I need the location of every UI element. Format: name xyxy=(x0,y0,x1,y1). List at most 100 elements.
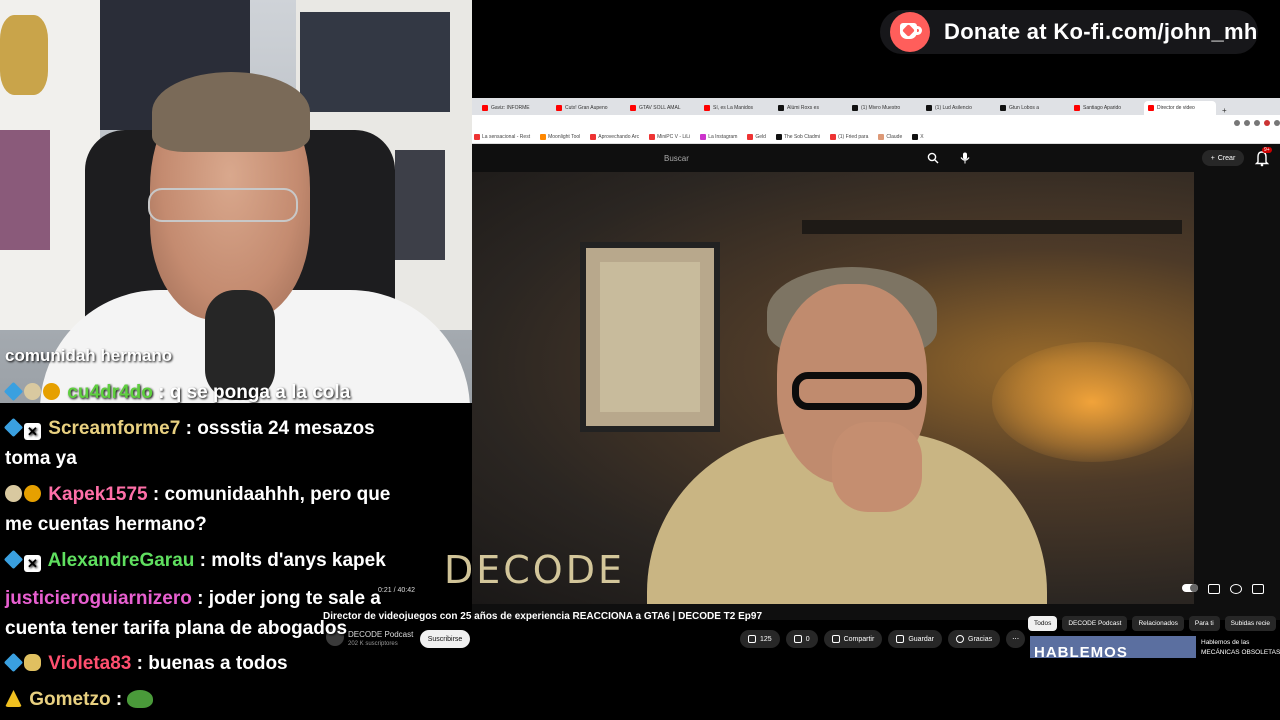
extension-icon[interactable] xyxy=(1244,119,1250,126)
chat-text: : xyxy=(115,689,123,710)
prime-badge-icon xyxy=(3,417,24,438)
video-actions: 125 0 Compartir Guardar Gracias ⋯ xyxy=(740,630,1026,648)
autoplay-toggle[interactable] xyxy=(1182,584,1198,592)
like-button[interactable]: 125 xyxy=(740,630,780,648)
chat-message: ✕ AlexandreGarau : molts d'anys kapek xyxy=(3,546,386,576)
chat-message: ✕ Screamforme7 : ossstia 24 mesazos xyxy=(3,414,375,444)
chat-username[interactable]: cu4dr4do xyxy=(67,382,153,403)
browser-tab[interactable]: Santiago Aparido xyxy=(1070,101,1142,115)
kofi-cup-icon xyxy=(890,12,930,52)
background-light xyxy=(992,342,1192,462)
recommendation-title[interactable]: Hablemos de las MECÁNICAS OBSOLETAS xyxy=(1201,638,1280,658)
chat-username[interactable]: Screamforme7 xyxy=(48,418,180,439)
subtitles-icon[interactable] xyxy=(1208,584,1220,594)
chat-username[interactable]: justicieroguiarnizero xyxy=(5,588,192,609)
browser-tab[interactable]: Alúmi Roxs es xyxy=(774,101,846,115)
guest-hand xyxy=(832,422,922,512)
download-icon[interactable] xyxy=(1254,119,1260,126)
channel-name[interactable]: DECODE Podcast xyxy=(348,630,413,639)
save-button[interactable]: Guardar xyxy=(888,630,943,648)
dislike-button[interactable]: 0 xyxy=(785,630,818,648)
chip-para-ti[interactable]: Para ti xyxy=(1188,616,1220,631)
browser-tab[interactable]: (1) Mivro Muestro xyxy=(848,101,920,115)
coin-badge-icon xyxy=(43,383,60,400)
menu-icon[interactable] xyxy=(1274,119,1280,126)
bookmark[interactable]: La sensacional - Rest xyxy=(474,133,530,140)
chip-relacionados[interactable]: Relacionados xyxy=(1132,616,1184,631)
new-tab-icon[interactable]: + xyxy=(1218,106,1231,115)
chip-todos[interactable]: Todos xyxy=(1028,616,1058,631)
voice-search-icon[interactable] xyxy=(955,148,975,168)
chat-username[interactable]: Gometzo xyxy=(29,689,110,710)
chat-message: justicieroguiarnizero : joder jong te sa… xyxy=(5,584,381,614)
shelf-games xyxy=(395,150,445,260)
thanks-button[interactable]: Gracias xyxy=(948,630,1001,648)
create-button[interactable]: + Crear xyxy=(1202,150,1244,166)
prime-badge-icon xyxy=(3,381,24,402)
guest-glasses xyxy=(792,372,922,410)
decode-watermark: DECODE xyxy=(444,548,625,592)
bookmark[interactable]: Moonlight Tool xyxy=(540,133,580,140)
youtube-header: Buscar + Crear 9+ xyxy=(472,144,1280,172)
bookmark[interactable]: Claude xyxy=(878,133,902,140)
donate-text: Donate at Ko-fi.com/john_mh xyxy=(944,19,1258,44)
chat-message-continuation: cuenta tener tarifa plana de abogados xyxy=(5,618,348,639)
tab-bar: Gaviz: INFORME Cutx! Gran Aupeno GTAV SO… xyxy=(472,98,1280,115)
recommendation-thumbnail[interactable]: HABLEMOS xyxy=(1030,636,1196,658)
bookmark[interactable]: (1) Fried para xyxy=(830,133,868,140)
browser-tab[interactable]: (1) Lud Asilencio xyxy=(922,101,994,115)
shelf-box xyxy=(0,130,50,250)
streamer-glasses xyxy=(148,188,298,222)
profile-icon[interactable] xyxy=(1264,119,1270,126)
bookmark[interactable]: The Sob Ctadmi xyxy=(775,133,820,140)
donate-banner[interactable]: Donate at Ko-fi.com/john_mh xyxy=(880,10,1258,54)
browser-tab[interactable]: Sí, es La Manidos xyxy=(700,101,772,115)
chat-message: Gometzo : xyxy=(5,685,154,715)
chip-subidas-recientes[interactable]: Subidas recie xyxy=(1224,616,1277,631)
browser-tab[interactable]: GTAV SOLL AMAL xyxy=(626,101,698,115)
prime-badge-icon xyxy=(3,549,24,570)
x-badge-icon: ✕ xyxy=(24,423,41,440)
x-badge-icon: ✕ xyxy=(24,555,41,572)
browser-tab[interactable]: Gtun Lobos a xyxy=(996,101,1068,115)
search-icon[interactable] xyxy=(922,148,944,168)
subscribe-button[interactable]: Suscribirse xyxy=(420,630,470,648)
browser-window: Gaviz: INFORME Cutx! Gran Aupeno GTAV SO… xyxy=(472,98,1280,620)
bookmark[interactable]: X xyxy=(912,133,924,140)
thumbnail-text: HABLEMOS xyxy=(1034,644,1128,658)
browser-tab[interactable]: Cutx! Gran Aupeno xyxy=(552,101,624,115)
browser-tab-active[interactable]: Director de video xyxy=(1144,101,1216,115)
more-actions-button[interactable]: ⋯ xyxy=(1006,630,1026,648)
plus-icon: + xyxy=(1210,154,1215,162)
background-shelf xyxy=(802,220,1182,234)
address-bar[interactable] xyxy=(472,115,1280,130)
bookmark[interactable]: MiniPC V - LiLi xyxy=(649,133,690,140)
share-icon xyxy=(831,635,840,643)
settings-gear-icon[interactable] xyxy=(1230,584,1242,594)
chat-message: Violeta83 : buenas a todos xyxy=(3,649,288,679)
video-title: Director de videojuegos con 25 años de e… xyxy=(323,611,763,622)
chat-username[interactable]: Violeta83 xyxy=(48,653,131,674)
prime-badge-icon xyxy=(3,652,24,673)
thumbs-down-icon xyxy=(793,635,802,643)
chat-message: Kapek1575 : comunidaahhh, pero que xyxy=(5,480,390,510)
search-input[interactable]: Buscar xyxy=(652,148,932,168)
extension-icon[interactable] xyxy=(1234,119,1240,126)
shelf-mask xyxy=(0,15,48,95)
bookmark[interactable]: Aprovechando Arc xyxy=(590,133,639,140)
background-poster xyxy=(580,242,720,432)
chip-decode-podcast[interactable]: DECODE Podcast xyxy=(1062,616,1128,631)
bookmark[interactable]: La Instagram xyxy=(700,133,737,140)
chat-text: : buenas a todos xyxy=(136,653,288,674)
share-button[interactable]: Compartir xyxy=(823,630,883,648)
bookmarks-bar: La sensacional - Rest Moonlight Tool Apr… xyxy=(472,130,1280,144)
chat-username[interactable]: AlexandreGarau xyxy=(48,550,195,571)
video-player[interactable] xyxy=(472,172,1194,604)
chat-text: : joder jong te sale a xyxy=(197,588,381,609)
bookmark[interactable]: Geld xyxy=(747,133,766,140)
miniplayer-icon[interactable] xyxy=(1252,584,1264,594)
chat-username[interactable]: Kapek1575 xyxy=(48,484,147,505)
browser-tab[interactable]: Gaviz: INFORME xyxy=(478,101,550,115)
thanks-icon xyxy=(956,635,965,643)
chat-message: cu4dr4do : q se ponga a la cola xyxy=(3,378,350,408)
